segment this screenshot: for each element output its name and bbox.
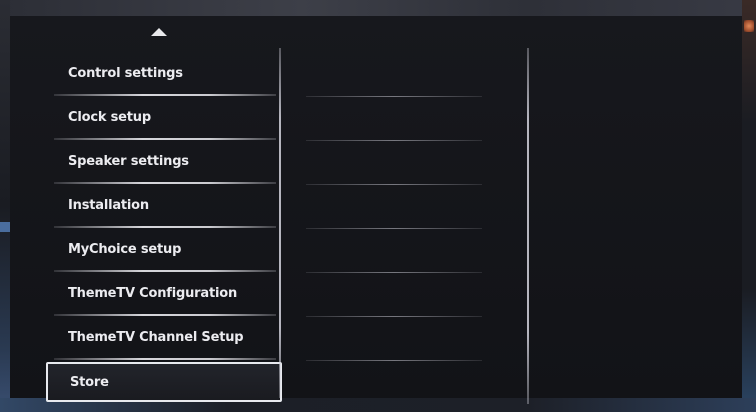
menu-item-themetv-configuration[interactable]: ThemeTV Configuration xyxy=(46,272,282,316)
submenu-slot xyxy=(306,140,482,185)
menu-item-label: Control settings xyxy=(68,66,183,81)
menu-item-label: ThemeTV Configuration xyxy=(68,286,237,301)
bezel-left-glare xyxy=(0,0,10,412)
menu-item-installation[interactable]: Installation xyxy=(46,184,282,228)
menu-item-label: Installation xyxy=(68,198,149,213)
menu-item-label: Store xyxy=(70,374,109,390)
tv-menu-screen: Control settings Clock setup Speaker set… xyxy=(10,16,742,404)
ambient-light-right xyxy=(744,20,754,32)
submenu-slot xyxy=(306,316,482,361)
menu-item-label: Clock setup xyxy=(68,110,151,125)
column-divider xyxy=(527,48,529,404)
menu-item-label: ThemeTV Channel Setup xyxy=(68,330,244,345)
menu-item-store[interactable]: Store xyxy=(46,362,282,402)
bezel-right-glare xyxy=(742,0,756,412)
bezel-top-glare xyxy=(0,0,756,16)
menu-item-speaker-settings[interactable]: Speaker settings xyxy=(46,140,282,184)
submenu-slot xyxy=(306,184,482,229)
submenu-slot xyxy=(306,272,482,317)
menu-item-control-settings[interactable]: Control settings xyxy=(46,52,282,96)
settings-menu: Control settings Clock setup Speaker set… xyxy=(46,52,282,402)
menu-item-themetv-channel-setup[interactable]: ThemeTV Channel Setup xyxy=(46,316,282,360)
submenu-slot xyxy=(306,52,482,97)
menu-item-mychoice-setup[interactable]: MyChoice setup xyxy=(46,228,282,272)
submenu-slot xyxy=(306,228,482,273)
menu-item-label: MyChoice setup xyxy=(68,242,182,257)
column-divider xyxy=(279,48,281,398)
submenu-slot xyxy=(306,96,482,141)
chevron-up-icon[interactable] xyxy=(151,28,167,36)
menu-item-clock-setup[interactable]: Clock setup xyxy=(46,96,282,140)
submenu-column xyxy=(306,52,482,361)
menu-item-label: Speaker settings xyxy=(68,154,189,169)
